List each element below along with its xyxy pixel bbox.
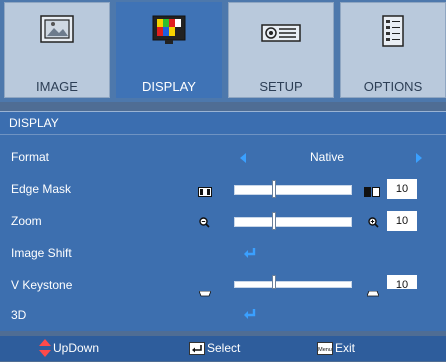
tab-bar: IMAGE DISPLAY SETUP OPTIONS <box>0 0 446 102</box>
3d-label: 3D <box>11 308 27 322</box>
tab-image[interactable]: IMAGE <box>4 2 110 98</box>
image-shift-label: Image Shift <box>11 246 72 260</box>
tab-display[interactable]: DISPLAY <box>116 2 222 98</box>
zoom-value: 10 <box>387 211 417 231</box>
arrow-right-icon[interactable] <box>416 153 422 163</box>
tab-setup[interactable]: SETUP <box>228 2 334 98</box>
menu-key-icon: Menu <box>317 342 333 360</box>
v-keystone-value: 10 <box>387 275 417 289</box>
tab-label: IMAGE <box>36 79 78 94</box>
edge-mask-increase-icon[interactable] <box>364 184 380 202</box>
menu-key-text: Menu <box>318 347 332 353</box>
enter-key-icon <box>189 342 205 360</box>
section-title-bar: DISPLAY <box>0 111 446 135</box>
tab-label: SETUP <box>259 79 303 94</box>
image-icon <box>40 15 74 48</box>
arrow-left-icon[interactable] <box>240 153 246 163</box>
zoom-slider[interactable] <box>234 217 352 227</box>
edge-mask-slider-knob[interactable] <box>272 180 276 198</box>
menu-row-3d[interactable]: 3D <box>0 299 446 330</box>
v-keystone-label: V Keystone <box>11 278 73 292</box>
options-icon <box>382 15 404 52</box>
v-keystone-slider[interactable] <box>234 281 352 288</box>
footer-exit: Exit <box>335 341 356 355</box>
menu-row-format[interactable]: Format Native <box>0 141 446 172</box>
menu-row-zoom[interactable]: Zoom 10 <box>0 205 446 236</box>
projector-icon <box>261 23 301 48</box>
v-keystone-value-box: 10 <box>387 275 417 289</box>
edge-mask-value: 10 <box>387 179 417 199</box>
tab-label: DISPLAY <box>142 79 196 94</box>
zoom-out-icon[interactable] <box>199 215 210 233</box>
updown-arrows-icon <box>39 339 51 362</box>
edge-mask-decrease-icon[interactable] <box>198 184 212 202</box>
format-label: Format <box>11 150 50 164</box>
footer-updown: UpDown <box>53 341 100 355</box>
footer-bar: UpDown Select Menu Exit <box>0 336 446 361</box>
tab-options[interactable]: OPTIONS <box>340 2 446 98</box>
zoom-label: Zoom <box>11 214 42 228</box>
zoom-slider-knob[interactable] <box>272 212 276 230</box>
edge-mask-label: Edge Mask <box>11 182 72 196</box>
osd-menu: IMAGE DISPLAY SETUP OPTIONS DISPLAY Form… <box>0 0 446 361</box>
v-keystone-slider-knob[interactable] <box>272 275 276 289</box>
edge-mask-slider[interactable] <box>234 185 352 195</box>
menu-panel: Format Native Edge Mask 10 Zoom 10 Image… <box>0 134 446 331</box>
display-icon <box>152 15 186 50</box>
enter-icon[interactable] <box>243 246 257 264</box>
menu-row-image-shift[interactable]: Image Shift <box>0 237 446 268</box>
enter-icon[interactable] <box>243 307 257 325</box>
footer-select: Select <box>207 341 241 355</box>
tab-label: OPTIONS <box>363 79 423 94</box>
format-value: Native <box>310 150 345 164</box>
zoom-in-icon[interactable] <box>368 215 379 233</box>
section-title: DISPLAY <box>9 116 59 130</box>
menu-row-edge-mask[interactable]: Edge Mask 10 <box>0 173 446 204</box>
menu-row-v-keystone[interactable]: V Keystone 10 <box>0 269 446 300</box>
